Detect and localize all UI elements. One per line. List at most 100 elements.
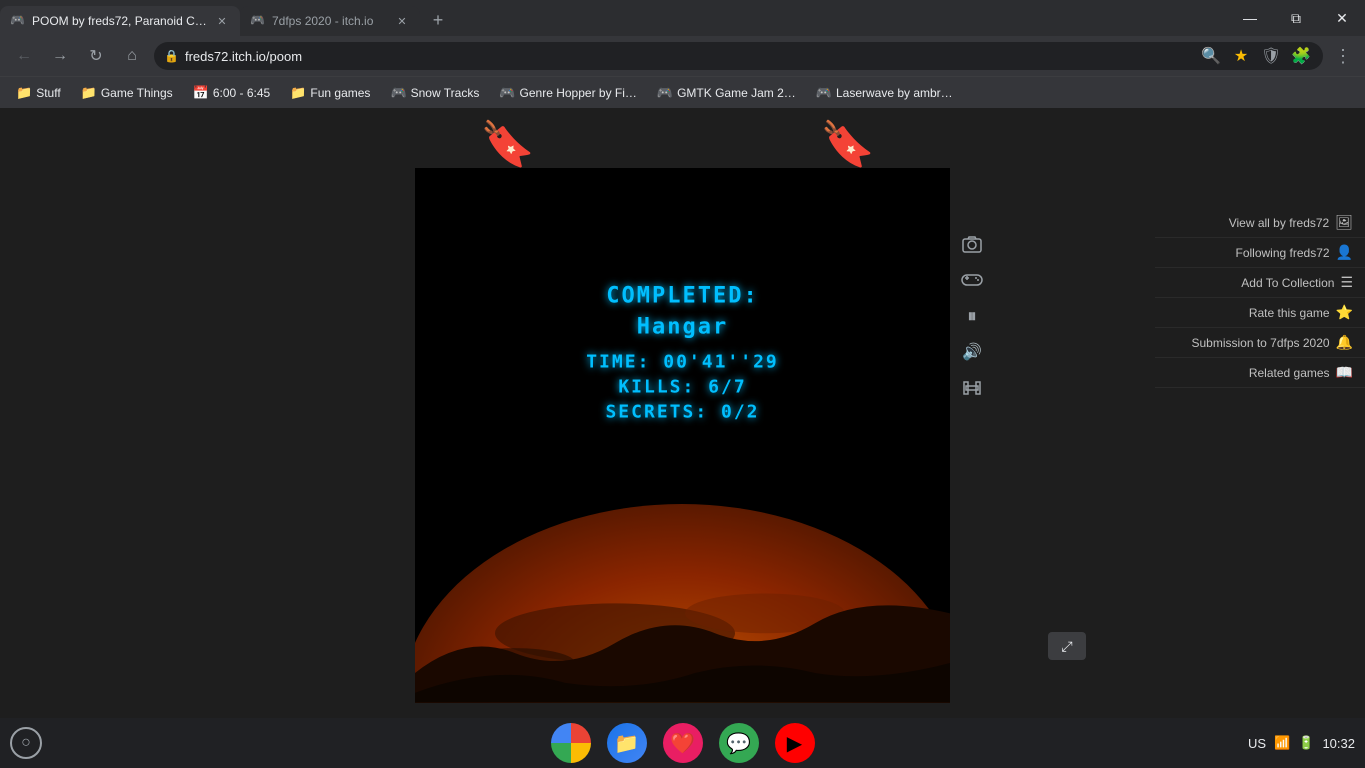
- level-text: Hangar: [586, 315, 779, 340]
- game-text-overlay: COMPLETED: Hangar TIME: 00'41''29 KILLS:…: [586, 284, 779, 427]
- game-container[interactable]: COMPLETED: Hangar TIME: 00'41''29 KILLS:…: [415, 168, 950, 703]
- right-panel: View all by freds72 🖼 Following freds72 …: [1155, 208, 1365, 388]
- taskbar-left: ○: [10, 727, 42, 759]
- maximize-button[interactable]: ⧉: [1273, 0, 1319, 36]
- close-button[interactable]: ✕: [1319, 0, 1365, 36]
- bookmark-star-icon[interactable]: ★: [1229, 44, 1253, 68]
- bookmark-genre-hopper-label: Genre Hopper by Fi…: [520, 86, 637, 100]
- game-icon-4: 🎮: [816, 85, 832, 101]
- bookmark-genre-hopper[interactable]: 🎮 Genre Hopper by Fi…: [491, 82, 645, 104]
- related-games-button[interactable]: Related games 📖: [1155, 358, 1365, 388]
- back-button[interactable]: ←: [10, 42, 38, 70]
- tab-1[interactable]: 🎮 POOM by freds72, Paranoid Cac… ✕: [0, 6, 240, 36]
- game-screen: COMPLETED: Hangar TIME: 00'41''29 KILLS:…: [415, 168, 950, 703]
- bookmark-snow-tracks[interactable]: 🎮 Snow Tracks: [382, 82, 487, 104]
- rate-game-label: Rate this game: [1249, 306, 1330, 320]
- following-label: Following freds72: [1236, 246, 1330, 260]
- fullscreen-button[interactable]: ⤢: [1048, 632, 1086, 660]
- bookmark-game-things[interactable]: 📁 Game Things: [73, 82, 181, 104]
- game-controls-panel: ⏸ 🔊: [956, 228, 988, 404]
- bookmark-schedule-label: 6:00 - 6:45: [213, 86, 270, 100]
- tab-2-title: 7dfps 2020 - itch.io: [272, 14, 388, 28]
- address-wrapper[interactable]: 🔒 freds72.itch.io/poom 🔍 ★ 🛡 🧩: [154, 42, 1323, 70]
- view-all-label: View all by freds72: [1229, 216, 1330, 230]
- new-tab-button[interactable]: +: [424, 6, 452, 34]
- gamepad-button[interactable]: [956, 264, 988, 296]
- window-controls: — ⧉ ✕: [1227, 0, 1365, 36]
- bookmark-fun-games-label: Fun games: [310, 86, 370, 100]
- following-icon: 👤: [1336, 244, 1353, 261]
- youtube-app-icon[interactable]: ▶: [775, 723, 815, 763]
- tab-1-favicon: 🎮: [10, 13, 26, 29]
- region-text: US: [1248, 736, 1266, 751]
- secrets-text: SECRETS: 0/2: [586, 402, 779, 423]
- power-button[interactable]: ○: [10, 727, 42, 759]
- bookmark-gmtk[interactable]: 🎮 GMTK Game Jam 2…: [649, 82, 804, 104]
- bookmark-game-things-label: Game Things: [101, 86, 173, 100]
- volume-button[interactable]: 🔊: [956, 336, 988, 368]
- bookmark-fun-games[interactable]: 📁 Fun games: [282, 82, 378, 104]
- address-bar: ← → ↻ ⌂ 🔒 freds72.itch.io/poom 🔍 ★ 🛡 🧩 ⋮: [0, 36, 1365, 76]
- tab-2[interactable]: 🎮 7dfps 2020 - itch.io ✕: [240, 6, 420, 36]
- view-all-icon: 🖼: [1335, 214, 1353, 231]
- chat-app-icon[interactable]: 💬: [719, 723, 759, 763]
- folder-icon-2: 📁: [81, 85, 97, 101]
- submission-button[interactable]: Submission to 7dfps 2020 🔔: [1155, 328, 1365, 358]
- reload-button[interactable]: ↻: [82, 42, 110, 70]
- lock-icon: 🔒: [164, 49, 179, 63]
- following-button[interactable]: Following freds72 👤: [1155, 238, 1365, 268]
- folder-icon: 📁: [16, 85, 32, 101]
- settings-button[interactable]: [956, 372, 988, 404]
- heart-app-icon[interactable]: ❤️: [663, 723, 703, 763]
- nav-arrow-right[interactable]: 🔖: [820, 118, 875, 170]
- shield-icon[interactable]: 🛡: [1259, 44, 1283, 68]
- bookmark-snow-tracks-label: Snow Tracks: [411, 86, 480, 100]
- time-text: TIME: 00'41''29: [586, 352, 779, 373]
- clock-text: 10:32: [1322, 736, 1355, 751]
- completed-text: COMPLETED:: [586, 284, 779, 309]
- calendar-icon: 📅: [193, 85, 209, 101]
- taskbar-right: US 📶 🔋 10:32: [1248, 735, 1355, 751]
- bookmarks-bar: 📁 Stuff 📁 Game Things 📅 6:00 - 6:45 📁 Fu…: [0, 76, 1365, 108]
- screenshot-button[interactable]: [956, 228, 988, 260]
- game-icon-1: 🎮: [390, 85, 406, 101]
- related-games-label: Related games: [1249, 366, 1330, 380]
- game-icon-3: 🎮: [657, 85, 673, 101]
- rate-game-icon: ⭐: [1336, 304, 1353, 321]
- search-icon[interactable]: 🔍: [1199, 44, 1223, 68]
- extension-icon[interactable]: 🧩: [1289, 44, 1313, 68]
- chrome-app-icon[interactable]: [551, 723, 591, 763]
- chrome-menu-button[interactable]: ⋮: [1331, 44, 1355, 68]
- submission-icon: 🔔: [1336, 334, 1353, 351]
- minimize-button[interactable]: —: [1227, 0, 1273, 36]
- add-collection-button[interactable]: Add To Collection ☰: [1155, 268, 1365, 298]
- submission-label: Submission to 7dfps 2020: [1191, 336, 1329, 350]
- pause-button[interactable]: ⏸: [956, 300, 988, 332]
- game-icon-2: 🎮: [499, 85, 515, 101]
- taskbar: ○ 📁 ❤️ 💬: [0, 718, 1365, 768]
- kills-text: KILLS: 6/7: [586, 377, 779, 398]
- address-right-icons: 🔍 ★ 🛡 🧩: [1199, 44, 1313, 68]
- taskbar-center: 📁 ❤️ 💬 ▶: [551, 723, 815, 763]
- tab-1-title: POOM by freds72, Paranoid Cac…: [32, 14, 208, 28]
- battery-icon: 🔋: [1298, 735, 1314, 751]
- nav-arrow-left[interactable]: 🔖: [480, 118, 535, 170]
- view-all-button[interactable]: View all by freds72 🖼: [1155, 208, 1365, 238]
- tab-2-favicon: 🎮: [250, 13, 266, 29]
- tab-1-close[interactable]: ✕: [214, 13, 230, 29]
- bookmark-laserwave-label: Laserwave by ambr…: [836, 86, 953, 100]
- rate-game-button[interactable]: Rate this game ⭐: [1155, 298, 1365, 328]
- forward-button[interactable]: →: [46, 42, 74, 70]
- tab-bar: 🎮 POOM by freds72, Paranoid Cac… ✕ 🎮 7df…: [0, 0, 1365, 36]
- address-text: freds72.itch.io/poom: [185, 49, 302, 64]
- bookmark-laserwave[interactable]: 🎮 Laserwave by ambr…: [808, 82, 961, 104]
- home-button[interactable]: ⌂: [118, 42, 146, 70]
- page-content: 🔖 🔖: [0, 108, 1365, 768]
- browser-frame: 🎮 POOM by freds72, Paranoid Cac… ✕ 🎮 7df…: [0, 0, 1365, 768]
- bookmark-gmtk-label: GMTK Game Jam 2…: [677, 86, 796, 100]
- tab-2-close[interactable]: ✕: [394, 13, 410, 29]
- files-app-icon[interactable]: 📁: [607, 723, 647, 763]
- add-collection-label: Add To Collection: [1241, 276, 1334, 290]
- bookmark-schedule[interactable]: 📅 6:00 - 6:45: [185, 82, 279, 104]
- bookmark-stuff[interactable]: 📁 Stuff: [8, 82, 69, 104]
